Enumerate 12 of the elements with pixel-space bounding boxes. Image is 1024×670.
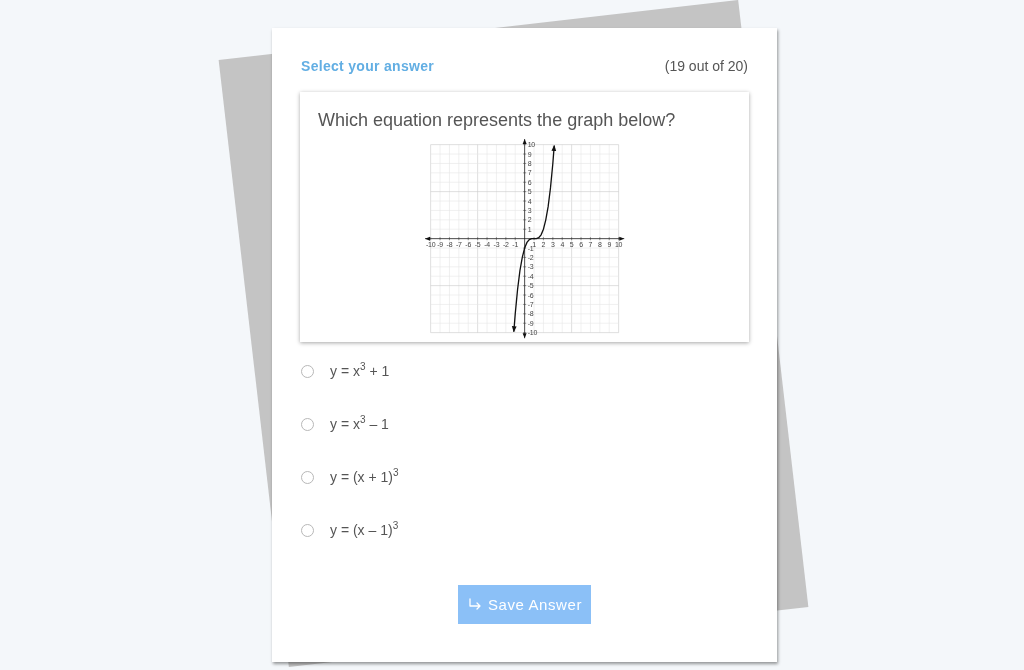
option-label[interactable]: y = x$^{3}$ + 1 bbox=[330, 360, 390, 383]
progress-count: (19 out of 20) bbox=[664, 58, 748, 74]
option-label[interactable]: y = (x + 1)$^{3}$ bbox=[330, 466, 399, 489]
instruction-title: Select your answer bbox=[301, 58, 434, 74]
radio-button[interactable] bbox=[301, 364, 314, 378]
radio-button[interactable] bbox=[301, 417, 314, 431]
option-label[interactable]: y = x$^{3}$ – 1 bbox=[330, 413, 389, 436]
option-label[interactable]: y = (x – 1)$^{3}$ bbox=[330, 519, 399, 542]
corner-arrow-icon bbox=[467, 598, 482, 612]
radio-button[interactable] bbox=[301, 523, 314, 537]
question-text: Which equation represents the graph below? bbox=[318, 109, 677, 131]
radio-button[interactable] bbox=[301, 470, 314, 484]
